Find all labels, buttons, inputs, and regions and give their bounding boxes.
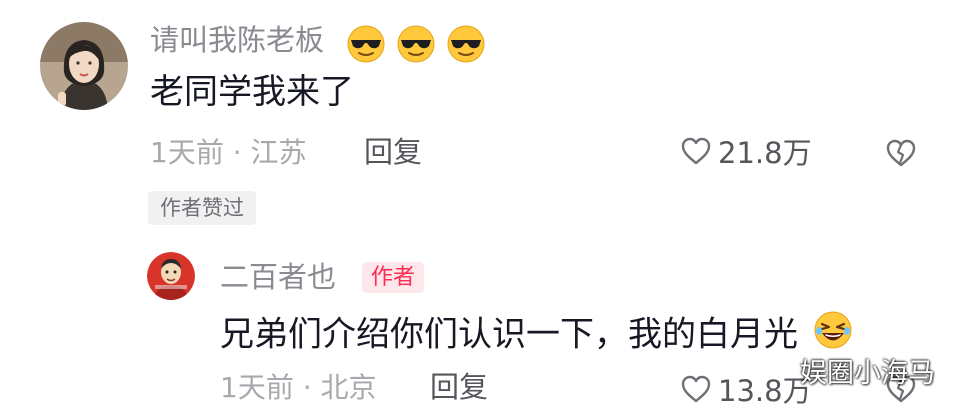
- reply-button[interactable]: 回复: [364, 138, 422, 167]
- author-liked-badge: 作者赞过: [148, 191, 256, 226]
- reply-to-reply-button[interactable]: 回复: [430, 373, 488, 402]
- reply-text: 兄弟们介绍你们认识一下，我的白月光: [220, 314, 798, 355]
- like-count: 21.8万: [718, 135, 812, 170]
- dislike-button[interactable]: [884, 138, 918, 172]
- reply-like-button[interactable]: 13.8万: [680, 374, 812, 408]
- username-emoji-row: [346, 24, 486, 64]
- broken-heart-icon: [884, 375, 918, 408]
- heart-outline-icon: [680, 374, 712, 408]
- sunglasses-emoji-icon: [396, 24, 436, 64]
- reply-meta: 1天前 · 北京: [220, 371, 377, 404]
- author-username[interactable]: 二百者也: [220, 263, 336, 292]
- reply-text-row: 兄弟们介绍你们认识一下，我的白月光: [220, 311, 853, 356]
- comment-text: 老同学我来了: [150, 72, 354, 112]
- commenter-avatar[interactable]: [40, 22, 128, 110]
- broken-heart-icon: [884, 139, 918, 172]
- comment-meta: 1天前 · 江苏: [150, 136, 307, 169]
- reply-like-count: 13.8万: [718, 373, 812, 408]
- like-button[interactable]: 21.8万: [680, 136, 812, 170]
- author-avatar-image: [147, 252, 195, 300]
- sunglasses-emoji-icon: [346, 24, 386, 64]
- commenter-username[interactable]: 请叫我陈老板: [150, 26, 324, 55]
- sunglasses-emoji-icon: [446, 24, 486, 64]
- heart-outline-icon: [680, 136, 712, 170]
- author-avatar[interactable]: [147, 252, 195, 300]
- watermark-text: 娱圈小海马: [800, 358, 935, 389]
- commenter-avatar-image: [40, 22, 128, 110]
- author-badge: 作者: [362, 262, 425, 294]
- laughing-emoji-icon: [813, 310, 853, 356]
